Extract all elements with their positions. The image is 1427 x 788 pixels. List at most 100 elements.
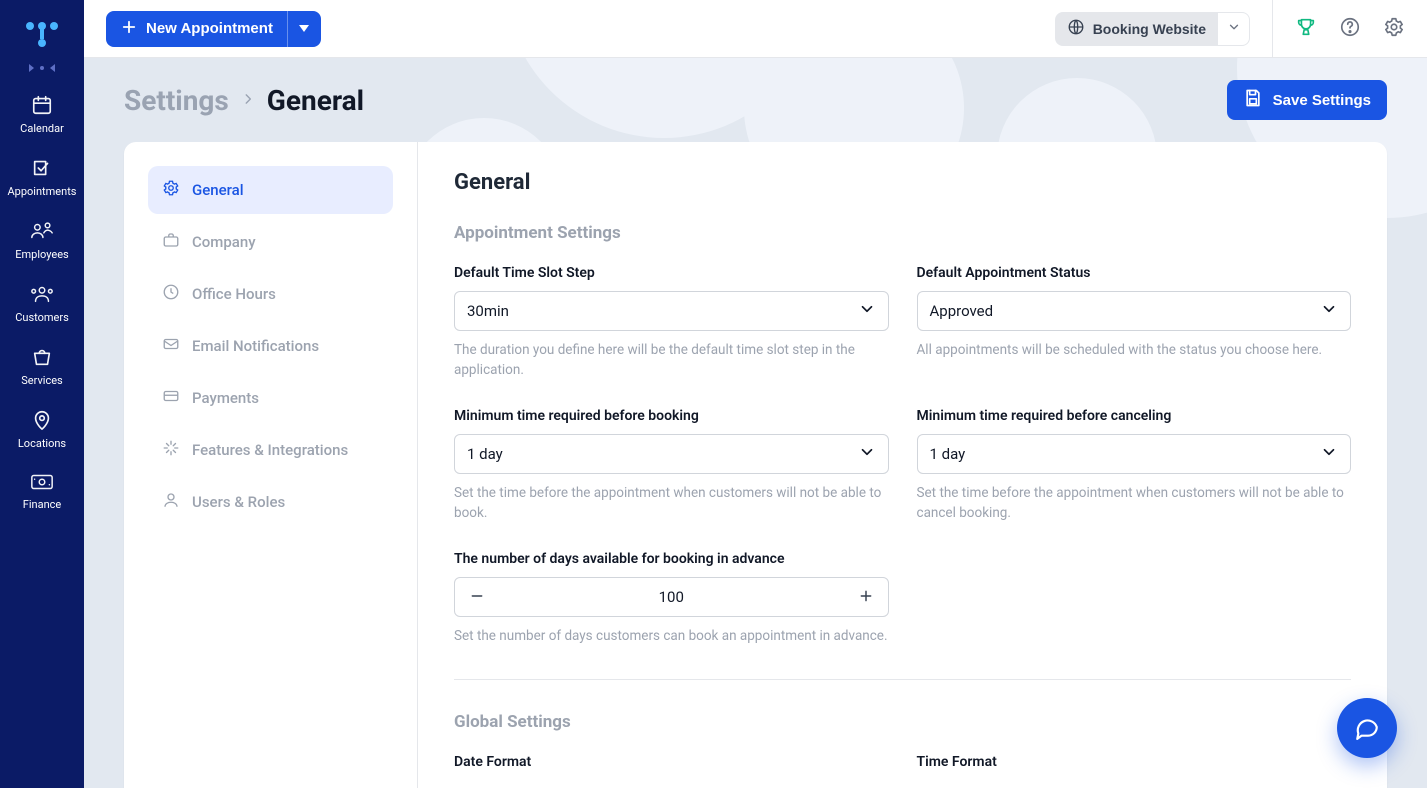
slot-step-select[interactable]: 30min bbox=[454, 291, 889, 331]
field-hint: Set the number of days customers can boo… bbox=[454, 627, 889, 647]
settings-button[interactable] bbox=[1383, 16, 1405, 41]
breadcrumb-leaf: General bbox=[267, 84, 364, 117]
field-label: Minimum time required before booking bbox=[454, 408, 889, 424]
main-column: New Appointment Booking Website bbox=[84, 0, 1427, 788]
min-before-cancel-select[interactable]: 1 day bbox=[917, 434, 1352, 474]
chat-fab[interactable] bbox=[1337, 698, 1397, 758]
app-logo bbox=[25, 12, 59, 60]
field-min-before-cancel: Minimum time required before canceling 1… bbox=[917, 408, 1352, 523]
breadcrumb: Settings General bbox=[124, 84, 364, 117]
settings-tab-office-hours[interactable]: Office Hours bbox=[148, 270, 393, 318]
card-icon bbox=[162, 387, 180, 409]
field-label: Default Time Slot Step bbox=[454, 265, 889, 281]
caret-down-icon bbox=[299, 21, 309, 36]
field-hint: Set the time before the appointment when… bbox=[917, 484, 1352, 523]
settings-tab-label: Users & Roles bbox=[192, 493, 285, 511]
plus-icon bbox=[120, 18, 138, 40]
globe-icon bbox=[1067, 18, 1085, 39]
chat-icon bbox=[1354, 714, 1380, 743]
field-time-format: Time Format bbox=[917, 754, 1352, 780]
check-square-icon bbox=[31, 157, 53, 179]
chevron-down-icon bbox=[1227, 20, 1241, 37]
chevron-down-icon bbox=[858, 300, 876, 322]
rail-item-appointments[interactable]: Appointments bbox=[0, 147, 84, 210]
field-label: The number of days available for booking… bbox=[454, 551, 889, 567]
field-hint: The duration you define here will be the… bbox=[454, 341, 889, 380]
settings-tab-label: Office Hours bbox=[192, 285, 276, 303]
settings-tab-label: Payments bbox=[192, 389, 259, 407]
breadcrumb-root[interactable]: Settings bbox=[124, 84, 229, 117]
settings-menu: General Company Office Hours Email Notif… bbox=[124, 142, 418, 788]
settings-tab-email[interactable]: Email Notifications bbox=[148, 322, 393, 370]
stepper-increment-button[interactable] bbox=[844, 578, 888, 616]
chevron-down-icon bbox=[858, 443, 876, 465]
field-hint: Set the time before the appointment when… bbox=[454, 484, 889, 523]
new-appointment-more-button[interactable] bbox=[287, 11, 321, 47]
rail-item-label: Customers bbox=[15, 311, 69, 324]
calendar-icon bbox=[31, 94, 53, 116]
rail-item-label: Finance bbox=[23, 498, 61, 511]
settings-tab-label: Company bbox=[192, 233, 256, 251]
field-min-before-booking: Minimum time required before booking 1 d… bbox=[454, 408, 889, 523]
services-icon bbox=[31, 346, 53, 368]
gear-icon bbox=[1383, 16, 1405, 41]
save-icon bbox=[1243, 88, 1263, 112]
topbar: New Appointment Booking Website bbox=[84, 0, 1427, 58]
settings-tab-general[interactable]: General bbox=[148, 166, 393, 214]
achievements-button[interactable] bbox=[1295, 16, 1317, 41]
save-settings-label: Save Settings bbox=[1273, 92, 1371, 109]
rail-item-customers[interactable]: Customers bbox=[0, 273, 84, 336]
save-settings-button[interactable]: Save Settings bbox=[1227, 80, 1387, 120]
rail-item-label: Locations bbox=[18, 437, 66, 450]
min-before-booking-select[interactable]: 1 day bbox=[454, 434, 889, 474]
select-value: 30min bbox=[467, 302, 509, 320]
rail-item-locations[interactable]: Locations bbox=[0, 399, 84, 462]
pin-icon bbox=[31, 409, 53, 431]
rail-item-services[interactable]: Services bbox=[0, 336, 84, 399]
stepper-decrement-button[interactable] bbox=[455, 578, 499, 616]
field-slot-step: Default Time Slot Step 30min The duratio… bbox=[454, 265, 889, 380]
field-hint: All appointments will be scheduled with … bbox=[917, 341, 1352, 361]
settings-tab-users[interactable]: Users & Roles bbox=[148, 478, 393, 526]
settings-content: General Appointment Settings Default Tim… bbox=[418, 142, 1387, 788]
rail-item-label: Appointments bbox=[8, 185, 77, 198]
rail-item-finance[interactable]: Finance bbox=[0, 462, 84, 523]
clock-icon bbox=[162, 283, 180, 305]
section-title-global: Global Settings bbox=[454, 712, 1351, 732]
plus-icon bbox=[858, 588, 874, 607]
settings-tab-company[interactable]: Company bbox=[148, 218, 393, 266]
employees-icon bbox=[30, 220, 54, 242]
sparkle-icon bbox=[162, 439, 180, 461]
rail-item-label: Employees bbox=[15, 248, 68, 261]
gear-icon bbox=[162, 179, 180, 201]
field-label: Time Format bbox=[917, 754, 1352, 770]
settings-tab-label: General bbox=[192, 181, 244, 199]
new-appointment-button[interactable]: New Appointment bbox=[106, 11, 287, 47]
help-button[interactable] bbox=[1339, 16, 1361, 41]
default-status-select[interactable]: Approved bbox=[917, 291, 1352, 331]
settings-tab-label: Email Notifications bbox=[192, 337, 319, 355]
field-default-status: Default Appointment Status Approved All … bbox=[917, 265, 1352, 380]
booking-website-button[interactable]: Booking Website bbox=[1055, 12, 1218, 46]
finance-icon bbox=[30, 472, 54, 492]
field-days-advance: The number of days available for booking… bbox=[454, 551, 889, 647]
field-label: Date Format bbox=[454, 754, 889, 770]
settings-tab-payments[interactable]: Payments bbox=[148, 374, 393, 422]
minus-icon bbox=[469, 588, 485, 607]
settings-tab-integrations[interactable]: Features & Integrations bbox=[148, 426, 393, 474]
booking-website-more-button[interactable] bbox=[1218, 12, 1250, 46]
divider bbox=[454, 679, 1351, 680]
days-advance-stepper: 100 bbox=[454, 577, 889, 617]
chevron-right-icon bbox=[241, 84, 255, 117]
customers-icon bbox=[30, 283, 54, 305]
mail-icon bbox=[162, 335, 180, 357]
settings-tab-label: Features & Integrations bbox=[192, 441, 348, 459]
rail-item-calendar[interactable]: Calendar bbox=[0, 84, 84, 147]
rail-item-employees[interactable]: Employees bbox=[0, 210, 84, 273]
rail-item-label: Calendar bbox=[20, 122, 64, 135]
stepper-value[interactable]: 100 bbox=[499, 588, 844, 606]
new-appointment-label: New Appointment bbox=[146, 20, 273, 37]
select-value: 1 day bbox=[467, 445, 503, 463]
rail-collapse-toggle[interactable] bbox=[29, 64, 55, 72]
section-title-appointment: Appointment Settings bbox=[454, 223, 1351, 243]
